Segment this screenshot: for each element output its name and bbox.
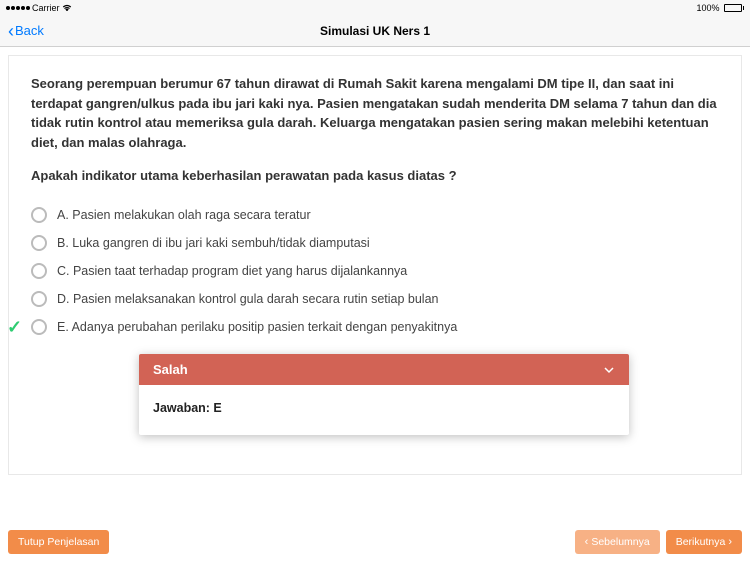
button-label: Sebelumnya bbox=[591, 536, 649, 548]
button-label: Berikutnya bbox=[676, 536, 726, 548]
question-prompt: Apakah indikator utama keberhasilan pera… bbox=[31, 168, 719, 183]
chevron-down-icon bbox=[603, 364, 615, 376]
chevron-left-icon: ‹ bbox=[8, 22, 14, 40]
radio-icon bbox=[31, 263, 47, 279]
option-e[interactable]: ✓ E. Adanya perubahan perilaku positip p… bbox=[31, 313, 719, 341]
nav-bar: ‹ Back Simulasi UK Ners 1 bbox=[0, 15, 750, 47]
battery-percent: 100% bbox=[696, 3, 719, 13]
radio-icon bbox=[31, 207, 47, 223]
check-icon: ✓ bbox=[7, 317, 22, 338]
question-body: Seorang perempuan berumur 67 tahun diraw… bbox=[31, 74, 719, 152]
wifi-icon bbox=[62, 4, 72, 12]
radio-icon bbox=[31, 319, 47, 335]
option-c[interactable]: C. Pasien taat terhadap program diet yan… bbox=[31, 257, 719, 285]
option-label: C. Pasien taat terhadap program diet yan… bbox=[57, 264, 407, 278]
answer-status: Salah bbox=[153, 362, 188, 377]
button-label: Tutup Penjelasan bbox=[18, 536, 99, 548]
back-label: Back bbox=[15, 23, 44, 38]
question-card: Seorang perempuan berumur 67 tahun diraw… bbox=[8, 55, 742, 475]
close-explanation-button[interactable]: Tutup Penjelasan bbox=[8, 530, 109, 554]
option-b[interactable]: B. Luka gangren di ibu jari kaki sembuh/… bbox=[31, 229, 719, 257]
chevron-left-icon: ‹ bbox=[585, 537, 589, 548]
option-label: E. Adanya perubahan perilaku positip pas… bbox=[57, 320, 457, 334]
previous-button[interactable]: ‹ Sebelumnya bbox=[575, 530, 660, 554]
radio-icon bbox=[31, 291, 47, 307]
page-title: Simulasi UK Ners 1 bbox=[320, 24, 430, 38]
answer-panel: Salah Jawaban: E bbox=[139, 354, 629, 435]
carrier-label: Carrier bbox=[32, 3, 60, 13]
radio-icon bbox=[31, 235, 47, 251]
chevron-right-icon: › bbox=[728, 537, 732, 548]
option-d[interactable]: D. Pasien melaksanakan kontrol gula dara… bbox=[31, 285, 719, 313]
signal-dots-icon bbox=[6, 6, 30, 10]
status-bar: Carrier 100% bbox=[0, 0, 750, 15]
answer-body: Jawaban: E bbox=[139, 385, 629, 435]
footer-bar: Tutup Penjelasan ‹ Sebelumnya Berikutnya… bbox=[8, 530, 742, 554]
back-button[interactable]: ‹ Back bbox=[8, 22, 44, 40]
next-button[interactable]: Berikutnya › bbox=[666, 530, 742, 554]
battery-icon bbox=[724, 4, 745, 12]
option-label: D. Pasien melaksanakan kontrol gula dara… bbox=[57, 292, 438, 306]
option-label: A. Pasien melakukan olah raga secara ter… bbox=[57, 208, 311, 222]
options-list: A. Pasien melakukan olah raga secara ter… bbox=[31, 201, 719, 341]
option-label: B. Luka gangren di ibu jari kaki sembuh/… bbox=[57, 236, 370, 250]
answer-header[interactable]: Salah bbox=[139, 354, 629, 385]
option-a[interactable]: A. Pasien melakukan olah raga secara ter… bbox=[31, 201, 719, 229]
